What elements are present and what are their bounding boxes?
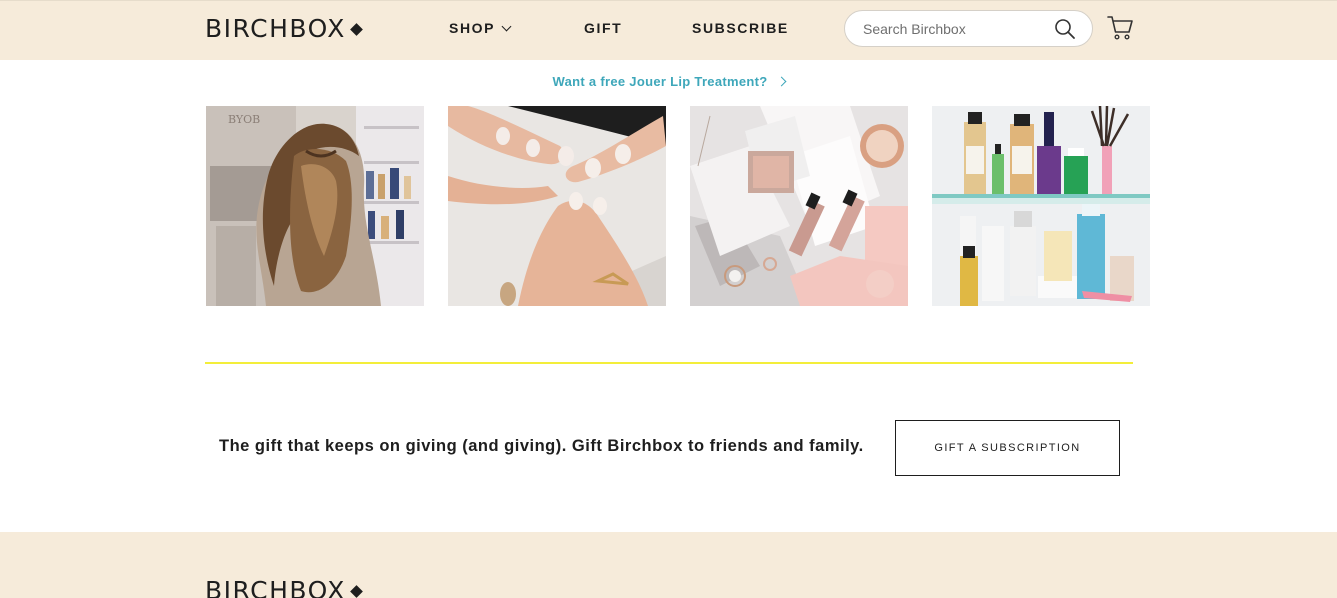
gift-banner-text: The gift that keeps on giving (and givin… <box>219 437 864 455</box>
gift-subscription-button[interactable]: GIFT A SUBSCRIPTION <box>895 420 1120 476</box>
hair-photo: BYOB <box>206 106 424 306</box>
search-box <box>844 10 1093 47</box>
site-header: BIRCHBOX SHOP GIFT SUBSCRIBE <box>0 0 1337 60</box>
nav-shop[interactable]: SHOP <box>449 19 512 37</box>
search-input[interactable] <box>863 19 1053 39</box>
birchbox-logo[interactable]: BIRCHBOX <box>205 14 363 44</box>
chevron-down-icon <box>501 21 512 32</box>
skincare-photo <box>932 106 1150 306</box>
diamond-icon <box>349 23 363 36</box>
gallery-tile-nails[interactable] <box>448 106 666 306</box>
svg-text:BYOB: BYOB <box>228 113 260 126</box>
logo-text: BIRCHBOX <box>205 14 346 43</box>
makeup-photo <box>690 106 908 306</box>
cart-icon[interactable] <box>1107 15 1134 41</box>
footer-logo-text: BIRCHBOX <box>205 576 346 598</box>
nav-shop-label: SHOP <box>449 20 496 36</box>
promo-text: Want a free Jouer Lip Treatment? <box>552 74 768 89</box>
nails-photo <box>448 106 666 306</box>
gallery-tile-makeup[interactable] <box>690 106 908 306</box>
gallery-tile-hair[interactable]: BYOB <box>206 106 424 306</box>
gallery-tile-skincare[interactable] <box>932 106 1150 306</box>
nav-subscribe[interactable]: SUBSCRIBE <box>692 19 789 37</box>
diamond-icon <box>349 585 363 598</box>
chevron-right-icon <box>776 76 786 87</box>
site-footer: BIRCHBOX <box>0 532 1337 598</box>
promo-link[interactable]: Want a free Jouer Lip Treatment? <box>0 74 1337 89</box>
search-icon[interactable] <box>1054 18 1076 40</box>
nav-gift[interactable]: GIFT <box>584 19 622 37</box>
yellow-divider <box>205 362 1133 364</box>
footer-logo[interactable]: BIRCHBOX <box>205 576 363 598</box>
